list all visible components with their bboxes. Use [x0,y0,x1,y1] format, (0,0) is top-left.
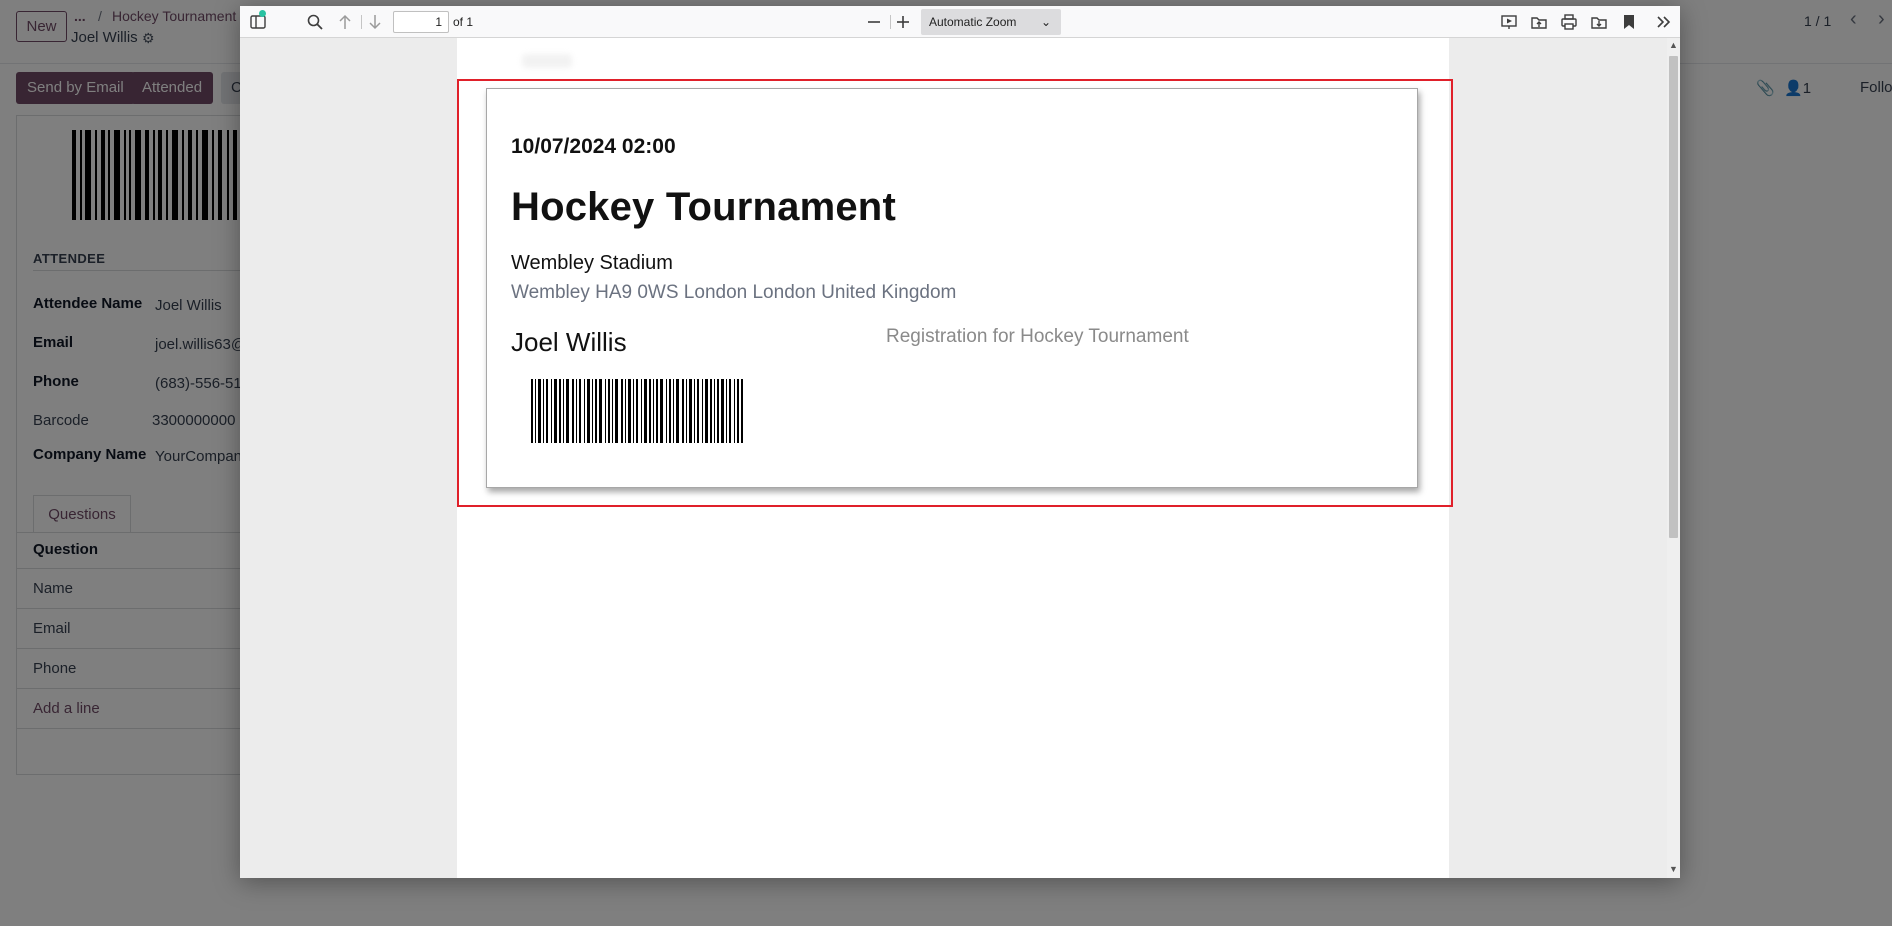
ticket-registration-label: Registration for Hockey Tournament [886,326,1189,347]
open-file-icon[interactable] [1528,11,1550,33]
page-number-input[interactable] [393,11,449,33]
double-chevron-right-icon[interactable] [1653,11,1675,33]
notification-dot [259,10,266,17]
scroll-up-arrow-icon[interactable]: ▲ [1669,40,1678,50]
pdf-toolbar: of 1 Automatic Zoom ⌄ [240,6,1680,38]
page-count-label: of 1 [453,15,474,29]
pdf-canvas[interactable]: 10/07/2024 02:00 Hockey Tournament Wembl… [240,38,1680,878]
ticket-event-name: Hockey Tournament [511,185,896,229]
toolbar-separator [890,15,891,29]
search-icon[interactable] [304,11,326,33]
download-icon[interactable] [1588,11,1610,33]
arrow-down-icon[interactable] [364,11,386,33]
presentation-mode-icon[interactable] [1498,11,1520,33]
ticket-address: Wembley HA9 0WS London London United Kin… [511,282,957,303]
scroll-down-arrow-icon[interactable]: ▼ [1669,864,1678,874]
ticket-attendee-name: Joel Willis [511,327,627,357]
zoom-select[interactable]: Automatic Zoom ⌄ [921,9,1061,35]
page-header-smudge [522,54,572,68]
print-icon[interactable] [1558,11,1580,33]
event-ticket: 10/07/2024 02:00 Hockey Tournament Wembl… [486,88,1418,488]
ticket-barcode [531,379,743,443]
scrollbar-thumb[interactable] [1669,56,1678,538]
plus-icon[interactable] [892,11,914,33]
chevron-down-icon: ⌄ [1040,15,1051,29]
pdf-viewer-dialog: of 1 Automatic Zoom ⌄ [240,6,1680,878]
toolbar-separator [361,15,362,29]
bookmark-icon[interactable] [1618,11,1640,33]
ticket-venue: Wembley Stadium [511,252,673,274]
minus-icon[interactable] [863,11,885,33]
ticket-datetime: 10/07/2024 02:00 [511,135,676,158]
arrow-up-icon[interactable] [334,11,356,33]
zoom-select-value: Automatic Zoom [929,15,1017,29]
pdf-page: 10/07/2024 02:00 Hockey Tournament Wembl… [457,38,1453,878]
